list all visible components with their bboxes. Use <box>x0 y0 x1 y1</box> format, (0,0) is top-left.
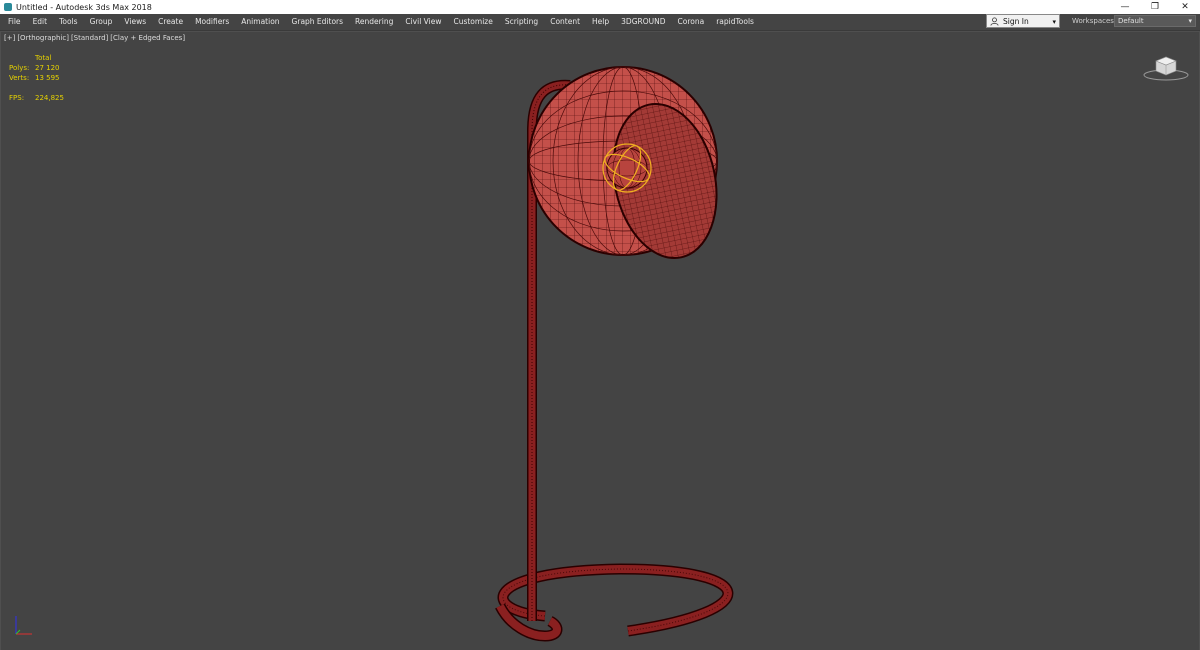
viewport-point-of-view[interactable]: [Orthographic] <box>17 34 69 42</box>
viewport-orthographic[interactable]: [+] [Orthographic] [Standard] [Clay + Edged… <box>0 30 1200 650</box>
menu-corona[interactable]: Corona <box>672 14 711 29</box>
menu-content[interactable]: Content <box>544 14 586 29</box>
fps-value: 224,825 <box>35 94 64 102</box>
axis-tripod-icon <box>15 616 32 635</box>
lamp-3d-model[interactable] <box>470 51 770 650</box>
app-logo-icon <box>4 3 12 11</box>
workspaces-select[interactable]: Default ▾ <box>1114 15 1196 27</box>
chevron-down-icon: ▾ <box>1052 18 1056 26</box>
sign-in-dropdown[interactable]: Sign In ▾ <box>986 14 1060 28</box>
user-icon <box>990 16 999 26</box>
menu-customize[interactable]: Customize <box>447 14 498 29</box>
app-window: Untitled - Autodesk 3ds Max 2018 — ❐ ✕ F… <box>0 0 1200 650</box>
minimize-button[interactable]: — <box>1110 0 1140 14</box>
viewport-statistics: Total Polys: 27 120 Verts: 13 595 FPS: 224,… <box>9 53 64 103</box>
menu-3dground[interactable]: 3DGROUND <box>615 14 671 29</box>
verts-value: 13 595 <box>35 74 60 82</box>
verts-label: Verts: <box>9 74 30 82</box>
menu-edit[interactable]: Edit <box>27 14 54 29</box>
close-button[interactable]: ✕ <box>1170 0 1200 14</box>
polys-value: 27 120 <box>35 64 60 72</box>
menu-rapidtools[interactable]: rapidTools <box>710 14 760 29</box>
polys-label: Polys: <box>9 64 30 72</box>
menu-civil-view[interactable]: Civil View <box>399 14 447 29</box>
menu-scripting[interactable]: Scripting <box>499 14 544 29</box>
menu-rendering[interactable]: Rendering <box>349 14 399 29</box>
menu-create[interactable]: Create <box>152 14 189 29</box>
window-controls: — ❐ ✕ <box>1110 0 1200 14</box>
title-bar: Untitled - Autodesk 3ds Max 2018 — ❐ ✕ <box>0 0 1200 14</box>
viewcube-icon[interactable] <box>1142 51 1190 83</box>
menu-animation[interactable]: Animation <box>235 14 285 29</box>
viewport-label: [+] [Orthographic] [Standard] [Clay + Edged… <box>4 34 187 42</box>
viewport-display-mode[interactable]: [Clay + Edged Faces] <box>110 34 185 42</box>
workspaces-label: Workspaces: <box>1072 17 1117 25</box>
sign-in-label: Sign In <box>1003 16 1029 26</box>
menu-tools[interactable]: Tools <box>53 14 83 29</box>
chevron-down-icon: ▾ <box>1188 17 1192 25</box>
stats-header: Total <box>35 54 52 62</box>
restore-button[interactable]: ❐ <box>1140 0 1170 14</box>
menu-file[interactable]: File <box>2 14 27 29</box>
menu-modifiers[interactable]: Modifiers <box>189 14 235 29</box>
viewport-menu-plus[interactable]: [+] <box>4 34 15 42</box>
window-title: Untitled - Autodesk 3ds Max 2018 <box>16 2 152 12</box>
menu-graph-editors[interactable]: Graph Editors <box>286 14 350 29</box>
viewport-shading-standard[interactable]: [Standard] <box>71 34 108 42</box>
fps-label: FPS: <box>9 94 25 102</box>
menu-group[interactable]: Group <box>84 14 119 29</box>
menu-views[interactable]: Views <box>118 14 152 29</box>
menu-help[interactable]: Help <box>586 14 615 29</box>
workspaces-value: Default <box>1118 17 1144 25</box>
